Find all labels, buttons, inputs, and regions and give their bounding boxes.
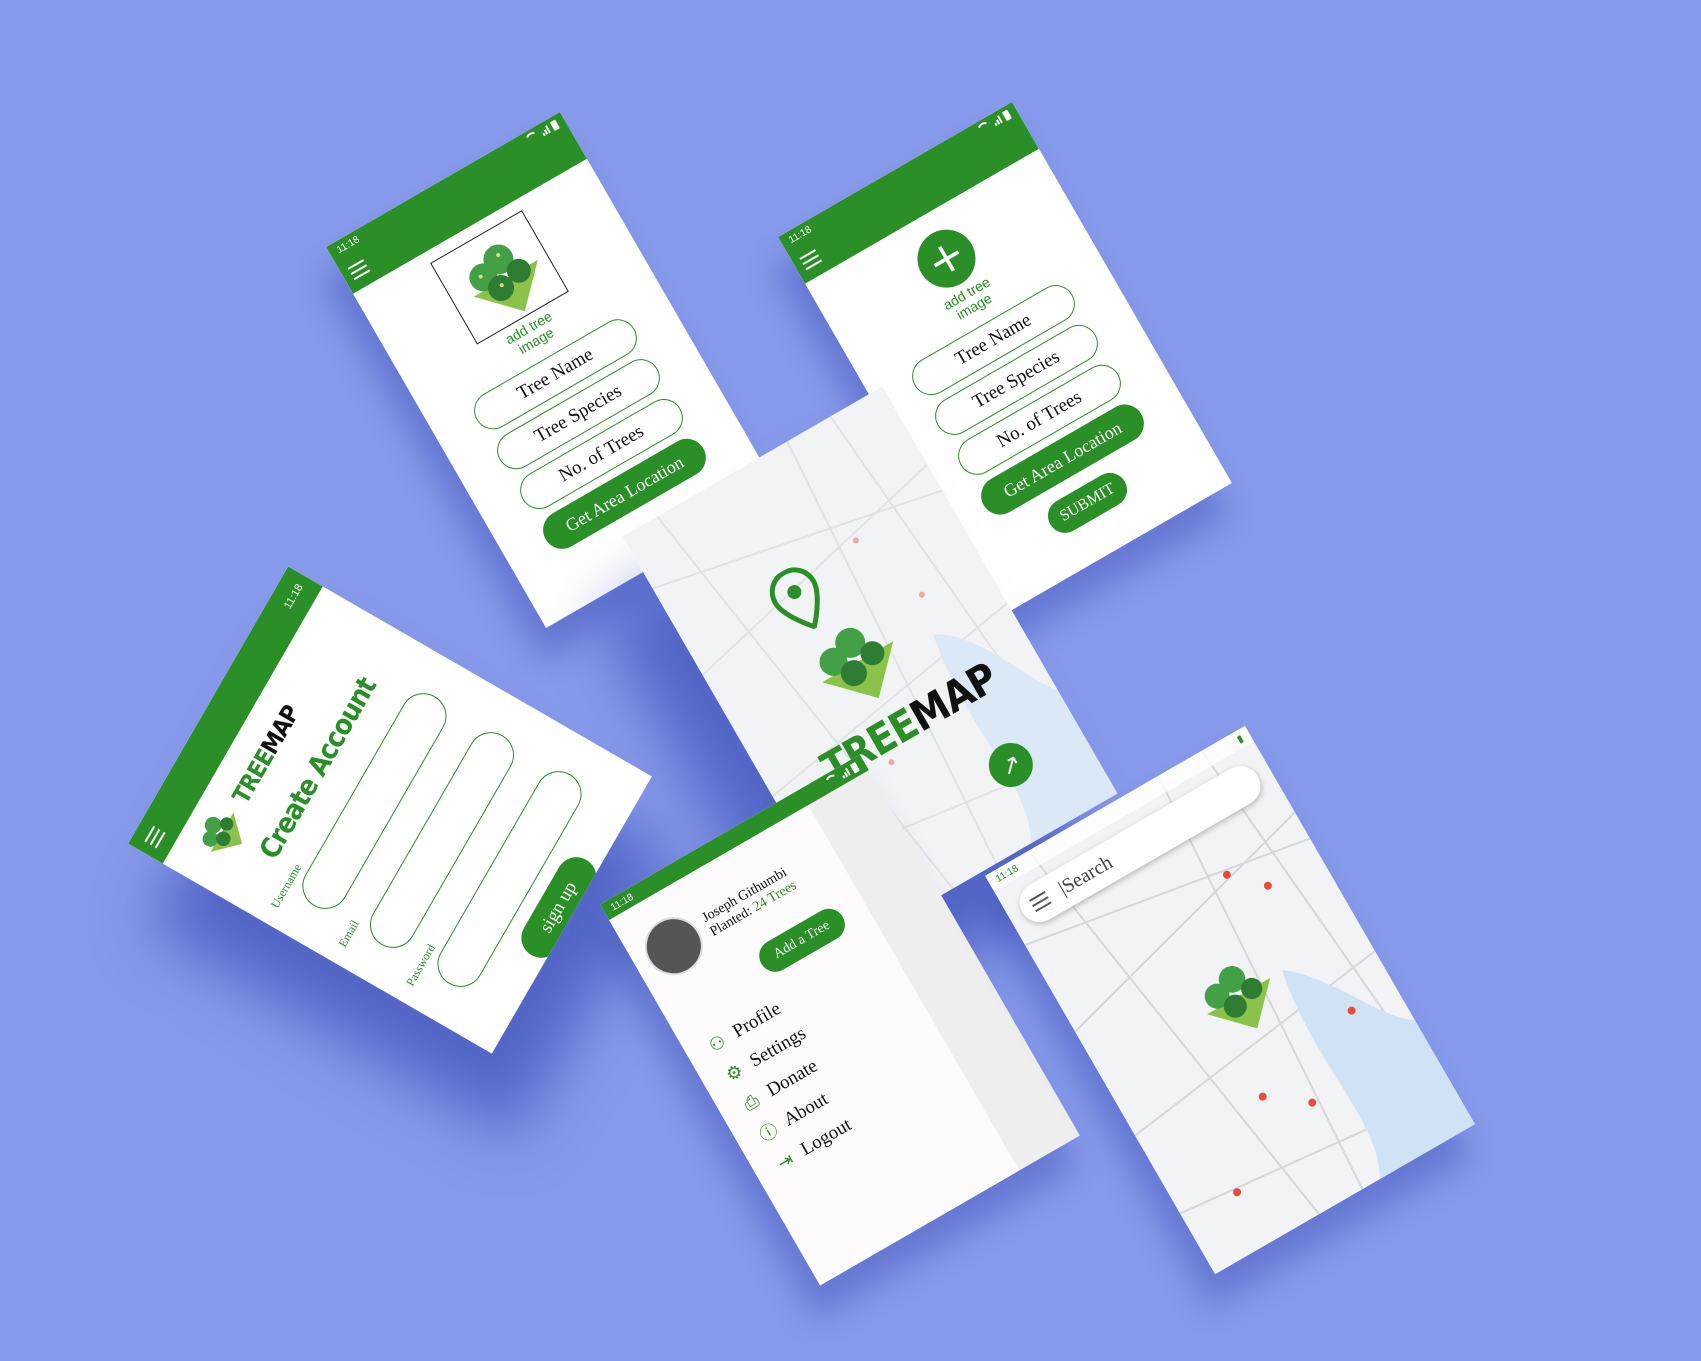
signal-icon [992, 115, 1003, 127]
info-icon: ⓘ [756, 1119, 783, 1147]
logout-icon: ⇥ [773, 1148, 798, 1175]
menu-icon[interactable] [347, 259, 371, 281]
signal-icon [540, 125, 551, 137]
wifi-icon [823, 772, 842, 790]
person-icon: ⚇ [705, 1030, 730, 1057]
menu-icon[interactable] [1029, 891, 1052, 913]
battery-icon [849, 761, 860, 774]
arrow-icon: ↗ [995, 747, 1027, 783]
donate-icon: ⎙ [739, 1089, 763, 1116]
sign-in-link[interactable]: Sign in [602, 856, 629, 890]
menu-icon[interactable] [144, 825, 166, 849]
battery-icon: ▮ [1234, 732, 1246, 746]
signal-icon [840, 767, 851, 779]
status-time: 11:18 [281, 582, 306, 612]
menu-icon[interactable] [799, 249, 823, 271]
app-bar: 11:18 [778, 101, 1039, 284]
battery-icon [549, 119, 560, 132]
battery-icon [1001, 109, 1012, 122]
gear-icon: ⚙ [722, 1059, 747, 1087]
create-account-screen: 11:18 TREEMAP Create Account Username Em… [128, 566, 652, 1054]
avatar [634, 906, 714, 986]
